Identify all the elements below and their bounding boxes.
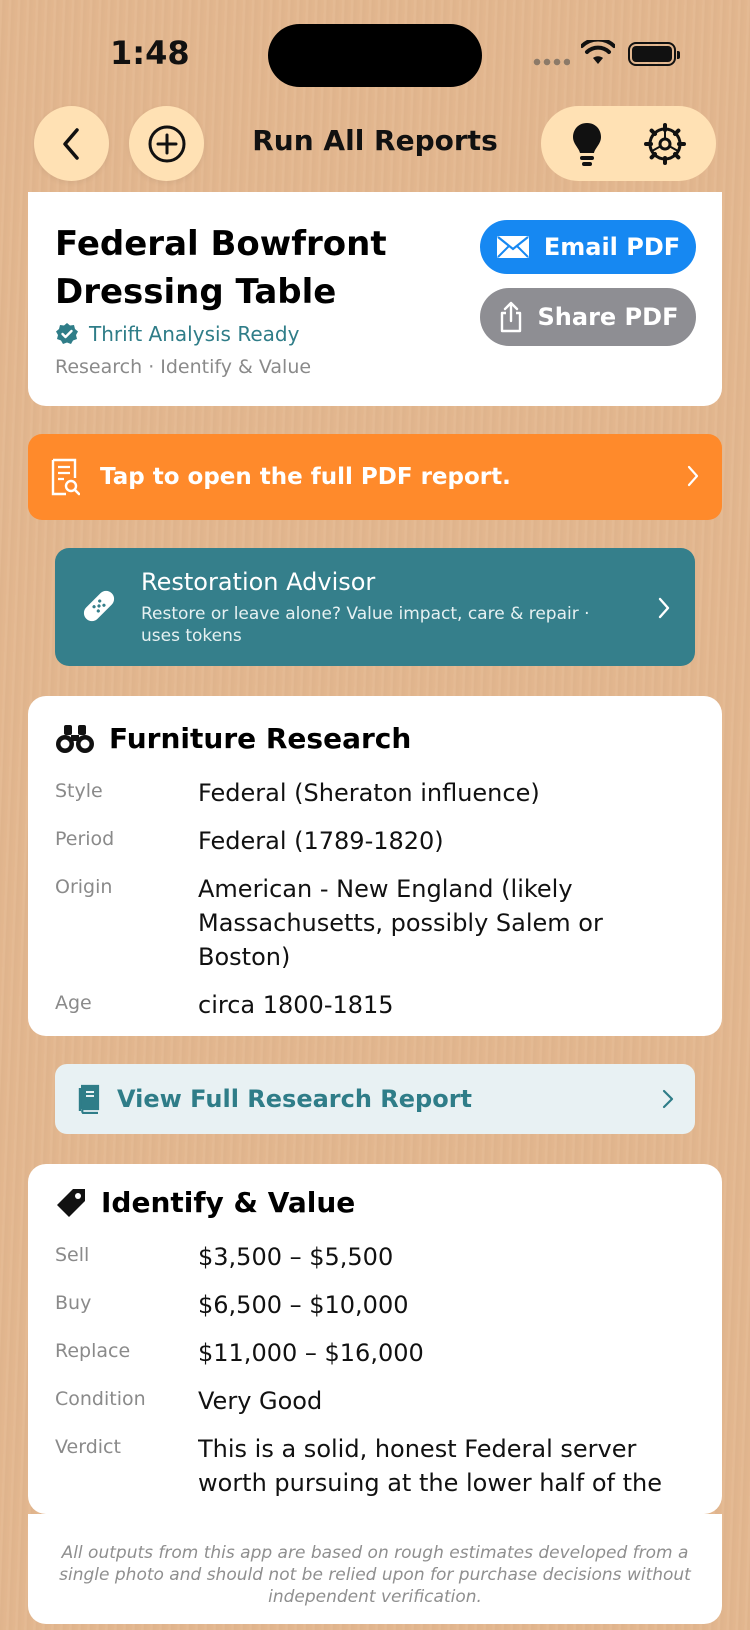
nav-actions-pill [541,106,716,181]
value-heading-label: Identify & Value [101,1186,356,1219]
value-row-replace: Replace $11,000 – $16,000 [55,1336,695,1370]
verdict-text: This is a solid, honest Federal server w… [198,1435,663,1497]
value-key: Replace [55,1340,131,1362]
value-row-buy: Buy $6,500 – $10,000 [55,1288,695,1322]
chevron-right-icon [687,465,699,487]
detail-row-period: Period Federal (1789-1820) [55,824,695,858]
value-key: Condition [55,1388,146,1410]
tag-icon [57,1188,85,1217]
email-pdf-label: Email PDF [543,233,681,261]
restoration-description: Restore or leave alone? Value impact, ca… [141,604,590,646]
email-pdf-button[interactable]: Email PDF [480,220,696,274]
item-subtitle: Research · Identify & Value [55,356,312,378]
detail-key: Style [55,780,103,802]
detail-row-age: Age circa 1800-1815 [55,988,695,1022]
detail-value: Federal (Sheraton influence) [198,779,540,807]
value-amount: Very Good [198,1387,323,1415]
status-bar: 1:48 [0,0,750,100]
chevron-right-icon [662,1089,674,1109]
verified-badge-icon [56,323,78,344]
gear-icon[interactable] [643,122,686,165]
value-row-condition: Condition Very Good [55,1384,695,1418]
view-full-research-button[interactable]: View Full Research Report [55,1064,695,1134]
research-details: Style Federal (Sheraton influence) Perio… [55,776,695,1036]
detail-value: American - New England (likely Massachus… [198,875,603,971]
furniture-research-card: Furniture Research Style Federal (Sherat… [28,696,722,1036]
detail-key: Period [55,828,115,850]
document-search-icon [51,458,80,496]
detail-key: Origin [55,876,113,898]
value-key: Sell [55,1244,90,1266]
wifi-icon [581,40,615,64]
value-key: Verdict [55,1436,121,1458]
value-amount: $11,000 – $16,000 [198,1339,424,1367]
envelope-icon [496,236,529,258]
status-time: 1:48 [110,34,190,72]
bandage-icon [83,590,115,622]
chevron-right-icon [658,597,670,619]
book-icon [78,1084,100,1114]
restoration-title: Restoration Advisor [141,568,376,596]
disclaimer-text: All outputs from this app are based on r… [59,1543,691,1607]
detail-value: Federal (1789-1820) [198,827,444,855]
research-heading: Furniture Research [55,722,411,755]
disclaimer-footer: All outputs from this app are based on r… [28,1514,722,1624]
dynamic-island [268,24,482,87]
view-full-research-label: View Full Research Report [117,1085,473,1113]
open-pdf-label: Tap to open the full PDF report. [100,464,511,490]
item-title: Federal Bowfront Dressing Table [55,224,387,312]
value-amount: $6,500 – $10,000 [198,1291,409,1319]
detail-value: circa 1800-1815 [198,991,394,1019]
value-row-sell: Sell $3,500 – $5,500 [55,1240,695,1274]
detail-row-origin: Origin American - New England (likely Ma… [55,872,695,974]
detail-key: Age [55,992,92,1014]
value-row-verdict: Verdict This is a solid, honest Federal … [55,1432,695,1500]
value-key: Buy [55,1292,92,1314]
value-heading: Identify & Value [55,1186,355,1219]
share-icon [500,301,521,333]
restoration-advisor-card[interactable]: Restoration Advisor Restore or leave alo… [55,548,695,666]
binoculars-icon [56,724,94,753]
signal-dots-icon [532,58,570,66]
detail-row-style: Style Federal (Sheraton influence) [55,776,695,810]
identify-value-card: Identify & Value Sell $3,500 – $5,500 Bu… [28,1164,722,1514]
analysis-status: Thrift Analysis Ready [89,322,300,346]
share-pdf-button[interactable]: Share PDF [480,288,696,346]
value-amount: $3,500 – $5,500 [198,1243,394,1271]
open-pdf-banner[interactable]: Tap to open the full PDF report. [28,434,722,520]
value-details: Sell $3,500 – $5,500 Buy $6,500 – $10,00… [55,1240,695,1514]
share-pdf-label: Share PDF [537,303,679,331]
item-header-card: Federal Bowfront Dressing Table Thrift A… [28,192,722,406]
status-row: Thrift Analysis Ready [55,322,299,346]
research-heading-label: Furniture Research [109,722,412,755]
lightbulb-icon[interactable] [571,121,603,167]
battery-icon [628,42,680,66]
